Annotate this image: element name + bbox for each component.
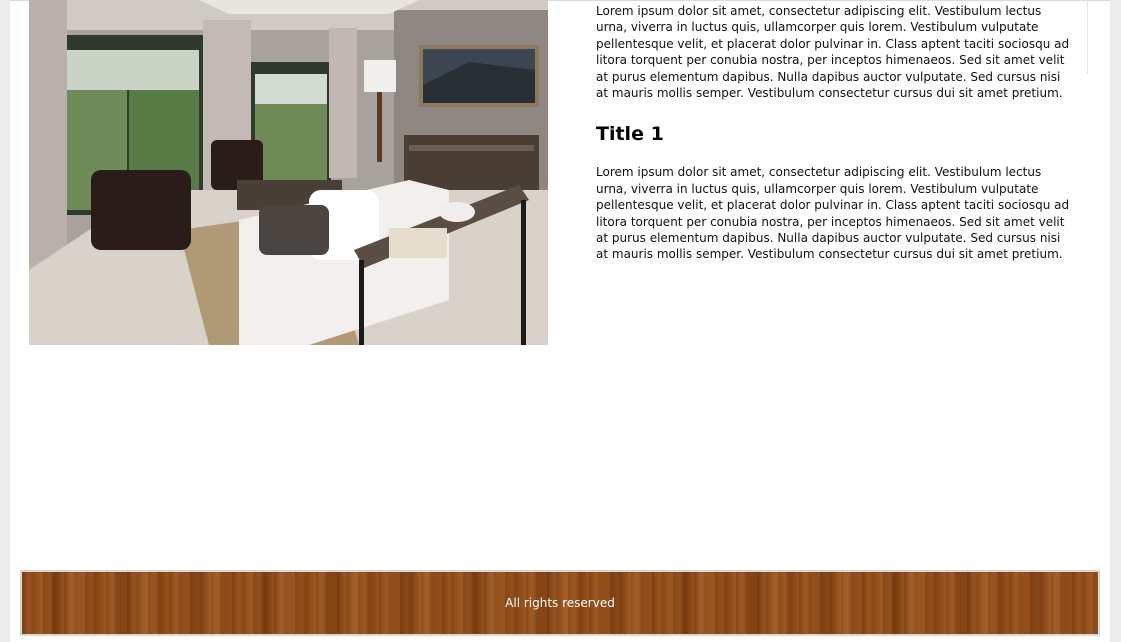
living-room-illustration [29, 0, 548, 345]
footer: All rights reserved [20, 570, 1100, 636]
section-paragraph: Lorem ipsum dolor sit amet, consectetur … [596, 165, 1070, 262]
intro-paragraph: Lorem ipsum dolor sit amet, consectetur … [596, 4, 1070, 101]
scrollbar-track[interactable] [1087, 0, 1100, 74]
main-content: Lorem ipsum dolor sit amet, consectetur … [596, 3, 1076, 263]
living-room-photo [29, 0, 548, 345]
page-container: Lorem ipsum dolor sit amet, consectetur … [10, 0, 1110, 642]
footer-copyright: All rights reserved [505, 596, 615, 610]
section-title: Title 1 [596, 123, 664, 146]
